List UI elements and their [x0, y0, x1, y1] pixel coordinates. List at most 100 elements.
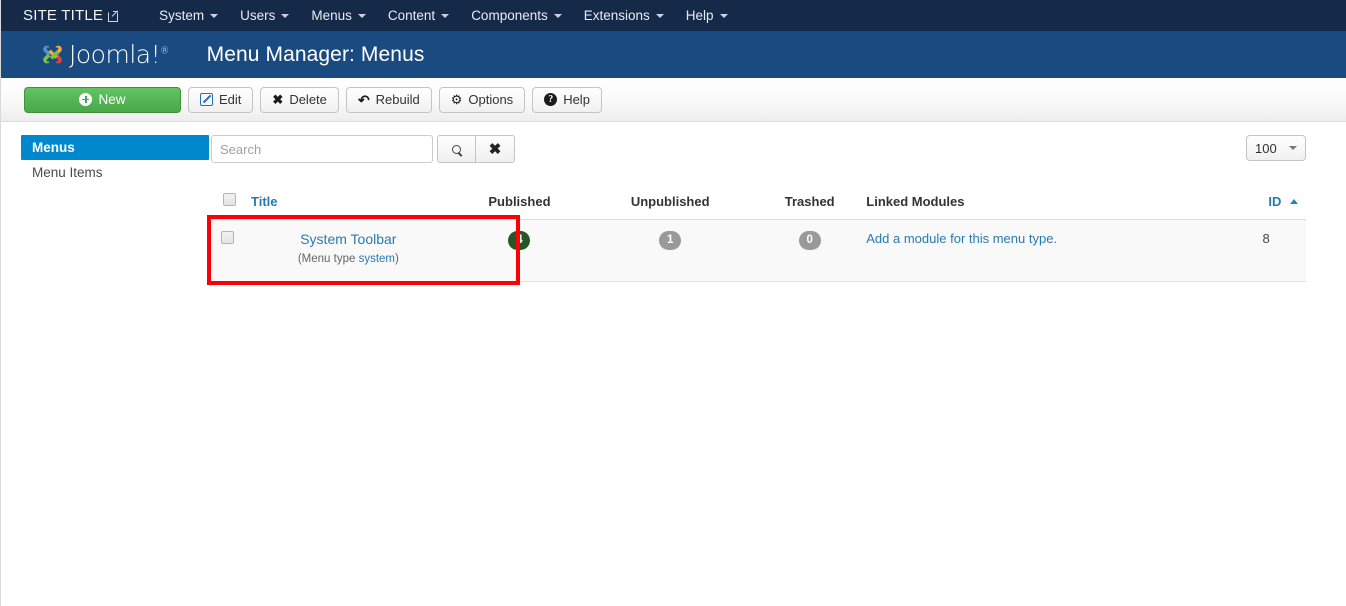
table-header: Title Published Unpublished Trashed Link…: [209, 185, 1306, 220]
search-clear-button[interactable]: ✖: [476, 135, 515, 163]
menu-type-text: (Menu type system): [298, 253, 399, 265]
gear-icon: ⚙: [450, 92, 463, 107]
chevron-down-icon: [357, 13, 366, 18]
table-row[interactable]: System Toolbar (Menu type system) 4 1 0: [209, 219, 1306, 282]
refresh-icon: ↷: [357, 91, 370, 108]
rebuild-button[interactable]: ↷ Rebuild: [345, 86, 432, 113]
select-all-header: [209, 185, 245, 220]
column-header-id-label: ID: [1268, 193, 1282, 209]
row-id-cell: 8: [1226, 219, 1306, 282]
nav-item-content-label: Content: [387, 8, 436, 23]
new-button[interactable]: New: [24, 86, 181, 113]
menu-type-prefix: (Menu type: [297, 253, 359, 265]
sidebar-item-menu-items[interactable]: Menu Items: [21, 160, 209, 185]
options-button[interactable]: ⚙ Options: [438, 86, 526, 113]
search-submit-button[interactable]: [437, 135, 476, 163]
nav-item-system[interactable]: System: [148, 0, 229, 31]
delete-button[interactable]: ✖ Delete: [260, 86, 339, 113]
options-button-label: Options: [468, 92, 514, 107]
joomla-logo: Joomla!®: [39, 40, 169, 69]
site-title-label: SITE TITLE: [23, 7, 104, 24]
chevron-down-icon: [1289, 146, 1297, 150]
row-trashed-cell: 0: [753, 219, 867, 282]
help-button-label: Help: [563, 92, 590, 107]
column-header-unpublished[interactable]: Unpublished: [587, 185, 754, 220]
page-title: Menu Manager: Menus: [206, 42, 425, 66]
chevron-down-icon: [441, 13, 450, 18]
nav-item-system-label: System: [159, 8, 205, 23]
joomla-wordmark: Joomla!®: [69, 40, 169, 69]
nav-item-extensions-label: Extensions: [583, 8, 650, 23]
list-limit-value: 100: [1255, 140, 1277, 156]
search-icon: [452, 144, 461, 154]
chevron-down-icon: [553, 13, 562, 18]
table-header-row: Title Published Unpublished Trashed Link…: [209, 185, 1306, 220]
list-limit-select[interactable]: 100: [1246, 135, 1306, 161]
column-header-title[interactable]: Title: [245, 185, 452, 220]
edit-button-label: Edit: [219, 92, 242, 107]
search-button-group: ✖: [437, 135, 515, 163]
page-body: Menus Menu Items ✖ 100: [1, 122, 1346, 282]
menu-title-link[interactable]: System Toolbar: [251, 231, 446, 247]
chevron-down-icon: [719, 13, 728, 18]
nav-item-users-label: Users: [240, 8, 276, 23]
table-body: System Toolbar (Menu type system) 4 1 0: [209, 219, 1306, 282]
nav-item-components-label: Components: [471, 8, 548, 23]
column-header-id[interactable]: ID: [1226, 185, 1306, 220]
rebuild-button-label: Rebuild: [375, 92, 420, 107]
nav-item-components[interactable]: Components: [460, 0, 573, 31]
row-title-cell: System Toolbar (Menu type system): [245, 219, 452, 282]
menu-type-suffix: ): [394, 253, 399, 265]
filter-bar: ✖: [209, 135, 1306, 163]
row-linked-modules-cell: Add a module for this menu type.: [866, 219, 1227, 282]
action-toolbar: New Edit ✖ Delete ↷ Rebuild ⚙ Options ? …: [1, 78, 1346, 122]
close-icon: ✖: [272, 92, 284, 107]
row-unpublished-cell: 1: [587, 219, 754, 282]
row-select-cell: [209, 219, 245, 282]
sidebar-item-menu-items-label: Menu Items: [32, 165, 103, 180]
help-icon: ?: [544, 93, 558, 106]
nav-item-menus-label: Menus: [311, 8, 352, 23]
published-count-badge[interactable]: 4: [508, 231, 531, 250]
menus-table: Title Published Unpublished Trashed Link…: [209, 185, 1306, 282]
unpublished-count-badge[interactable]: 1: [659, 231, 682, 250]
row-published-cell: 4: [451, 219, 588, 282]
chevron-down-icon: [210, 13, 219, 18]
sidebar-item-menus-label: Menus: [32, 140, 75, 155]
joomla-admin-page: SITE TITLE System Users Menus Content Co…: [0, 0, 1346, 606]
sidebar: Menus Menu Items: [1, 135, 209, 282]
chevron-down-icon: [281, 13, 290, 18]
nav-item-extensions[interactable]: Extensions: [573, 0, 675, 31]
select-all-checkbox[interactable]: [222, 193, 236, 206]
trashed-count-badge[interactable]: 0: [798, 231, 821, 250]
row-checkbox[interactable]: [220, 231, 234, 244]
sort-ascending-icon: [1290, 198, 1298, 204]
nav-item-help[interactable]: Help: [675, 0, 739, 31]
column-header-title-label: Title: [251, 193, 278, 209]
top-navigation-bar: SITE TITLE System Users Menus Content Co…: [1, 0, 1346, 31]
column-header-published[interactable]: Published: [451, 185, 588, 220]
site-title-link[interactable]: SITE TITLE: [23, 7, 119, 24]
help-button[interactable]: ? Help: [532, 86, 602, 113]
nav-item-users[interactable]: Users: [229, 0, 300, 31]
delete-button-label: Delete: [289, 92, 327, 107]
add-module-link[interactable]: Add a module for this menu type.: [866, 231, 1057, 246]
sidebar-item-menus[interactable]: Menus: [21, 135, 209, 160]
page-header: Joomla!® Menu Manager: Menus: [1, 31, 1346, 78]
menu-type-link[interactable]: system: [359, 253, 395, 265]
edit-button[interactable]: Edit: [188, 86, 254, 113]
nav-item-content[interactable]: Content: [377, 0, 460, 31]
column-header-trashed[interactable]: Trashed: [753, 185, 867, 220]
column-header-linked-modules[interactable]: Linked Modules: [866, 185, 1227, 220]
nav-item-menus[interactable]: Menus: [300, 0, 377, 31]
edit-icon: [200, 93, 213, 106]
search-input[interactable]: [211, 135, 433, 163]
plus-icon: [79, 93, 93, 106]
main-content: ✖ 100 Title Publishe: [209, 135, 1346, 282]
new-button-label: New: [98, 92, 126, 107]
joomla-logo-icon: [39, 41, 66, 68]
clear-icon: ✖: [488, 141, 502, 158]
chevron-down-icon: [655, 13, 664, 18]
external-link-icon: [108, 10, 119, 22]
nav-item-help-label: Help: [685, 8, 714, 23]
